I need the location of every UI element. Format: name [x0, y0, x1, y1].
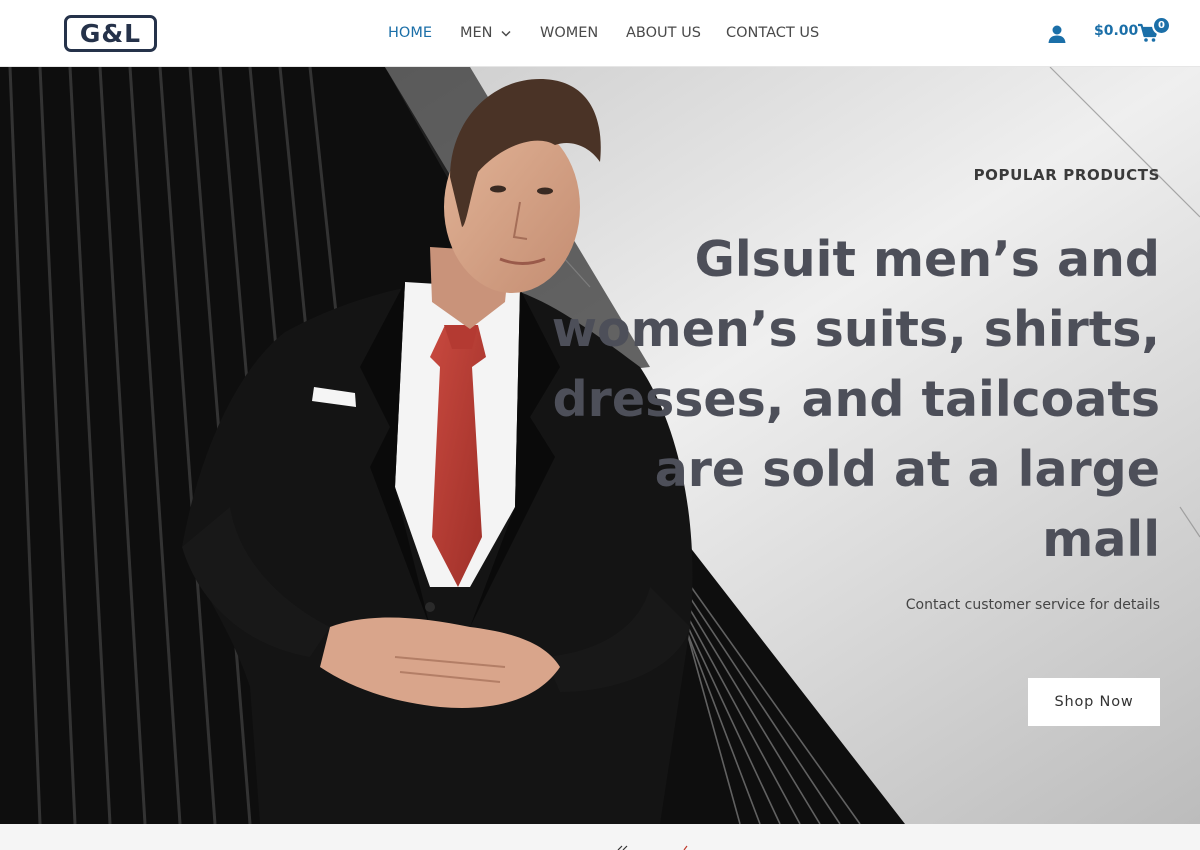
hero-banner: POPULAR PRODUCTS Glsuit men’s and women’… — [0, 67, 1200, 824]
cart-count-badge: 0 — [1152, 16, 1171, 35]
nav-home[interactable]: HOME — [388, 23, 432, 43]
nav-about-us[interactable]: ABOUT US — [626, 23, 701, 43]
nav-contact-label: CONTACT US — [726, 25, 820, 41]
nav-about-label: ABOUT US — [626, 25, 701, 41]
hero-title: Glsuit men’s and women’s suits, shirts, … — [551, 231, 1160, 568]
nav-home-label: HOME — [388, 25, 432, 41]
user-icon[interactable] — [1047, 24, 1067, 44]
decorative-mark — [617, 845, 688, 850]
nav-contact-us[interactable]: CONTACT US — [726, 23, 819, 43]
next-section-strip — [0, 824, 1200, 850]
hero-subtitle: Contact customer service for details — [905, 597, 1160, 613]
nav-women-label: WOMEN — [540, 25, 599, 41]
cart-total[interactable]: $0.00 — [1094, 23, 1138, 39]
site-header: G&L HOME MEN WOMEN ABOUT US CONTACT US $… — [0, 0, 1200, 67]
hero-eyebrow: POPULAR PRODUCTS — [973, 166, 1160, 184]
shop-now-button[interactable]: Shop Now — [1028, 678, 1160, 726]
logo[interactable]: G&L — [64, 15, 157, 52]
chevron-down-icon — [501, 30, 511, 37]
nav-women[interactable]: WOMEN — [540, 23, 598, 43]
nav-men[interactable]: MEN — [460, 23, 511, 43]
nav-men-label: MEN — [460, 25, 493, 41]
